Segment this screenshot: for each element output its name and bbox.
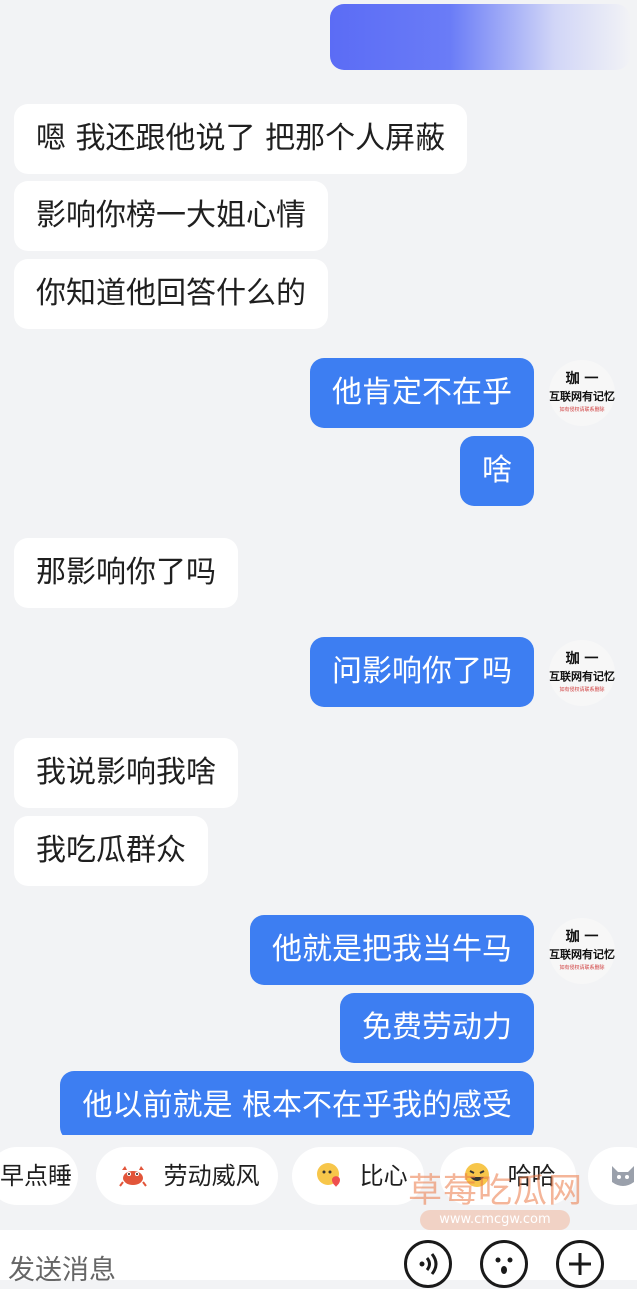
outgoing-message[interactable]: 啥: [460, 436, 534, 506]
quick-reply-chip[interactable]: 比心: [292, 1147, 424, 1205]
avatar-subtitle: 互联网有记忆: [549, 948, 615, 961]
quick-reply-label: 劳动威风: [163, 1162, 260, 1190]
quick-reply-chip[interactable]: 早点睡: [0, 1147, 78, 1205]
watermark-text: 草莓吃瓜网: [408, 1171, 583, 1211]
quick-reply-chip[interactable]: [588, 1147, 637, 1205]
quick-reply-chip[interactable]: 劳动威风: [96, 1147, 278, 1205]
avatar-tiny-text: 如有侵权请联系删除: [559, 407, 605, 413]
incoming-message[interactable]: 那影响你了吗: [14, 538, 238, 608]
avatar-name: 珈 一: [565, 929, 599, 945]
avatar[interactable]: 珈 一 互联网有记忆 如有侵权请联系删除: [549, 360, 615, 426]
emoji-button[interactable]: [480, 1240, 528, 1288]
incoming-message[interactable]: 我吃瓜群众: [14, 816, 208, 886]
outgoing-message[interactable]: 免费劳动力: [340, 993, 534, 1063]
avatar-tiny-text: 如有侵权请联系删除: [559, 965, 605, 971]
watermark-url: www.cmcgw.com: [420, 1210, 570, 1230]
voice-icon: [419, 1253, 438, 1275]
heart-hands-icon: [317, 1163, 340, 1187]
outgoing-message[interactable]: 他以前就是 根本不在乎我的感受: [60, 1071, 534, 1135]
avatar-name: 珈 一: [565, 651, 599, 667]
add-button[interactable]: [556, 1240, 604, 1288]
message-input[interactable]: 发送消息: [8, 1248, 116, 1287]
outgoing-message-bubble-partial[interactable]: [330, 4, 630, 70]
avatar[interactable]: 珈 一 互联网有记忆 如有侵权请联系删除: [549, 918, 615, 984]
outgoing-message[interactable]: 问影响你了吗: [310, 637, 534, 707]
smiley-icon: [495, 1257, 513, 1274]
outgoing-message[interactable]: 他肯定不在乎: [310, 358, 534, 428]
quick-reply-label: 早点睡: [0, 1162, 72, 1190]
avatar[interactable]: 珈 一 互联网有记忆 如有侵权请联系删除: [549, 640, 615, 706]
avatar-name: 珈 一: [565, 371, 599, 387]
plus-icon: [569, 1253, 591, 1275]
avatar-tiny-text: 如有侵权请联系删除: [559, 687, 605, 693]
incoming-message[interactable]: 嗯 我还跟他说了 把那个人屏蔽: [14, 104, 468, 174]
crab-icon: [119, 1166, 147, 1187]
avatar-subtitle: 互联网有记忆: [549, 670, 615, 683]
cat-face-icon: [612, 1166, 634, 1186]
incoming-message[interactable]: 影响你榜一大姐心情: [14, 181, 328, 251]
quick-reply-label: 比心: [359, 1162, 408, 1190]
incoming-message[interactable]: 我说影响我啥: [14, 738, 238, 808]
outgoing-message[interactable]: 他就是把我当牛马: [250, 915, 534, 985]
incoming-message[interactable]: 你知道他回答什么的: [14, 259, 328, 329]
chat-area: 嗯 我还跟他说了 把那个人屏蔽 影响你榜一大姐心情 你知道他回答什么的 他肯定不…: [0, 0, 637, 1135]
voice-button[interactable]: [404, 1240, 452, 1288]
avatar-subtitle: 互联网有记忆: [549, 390, 615, 403]
